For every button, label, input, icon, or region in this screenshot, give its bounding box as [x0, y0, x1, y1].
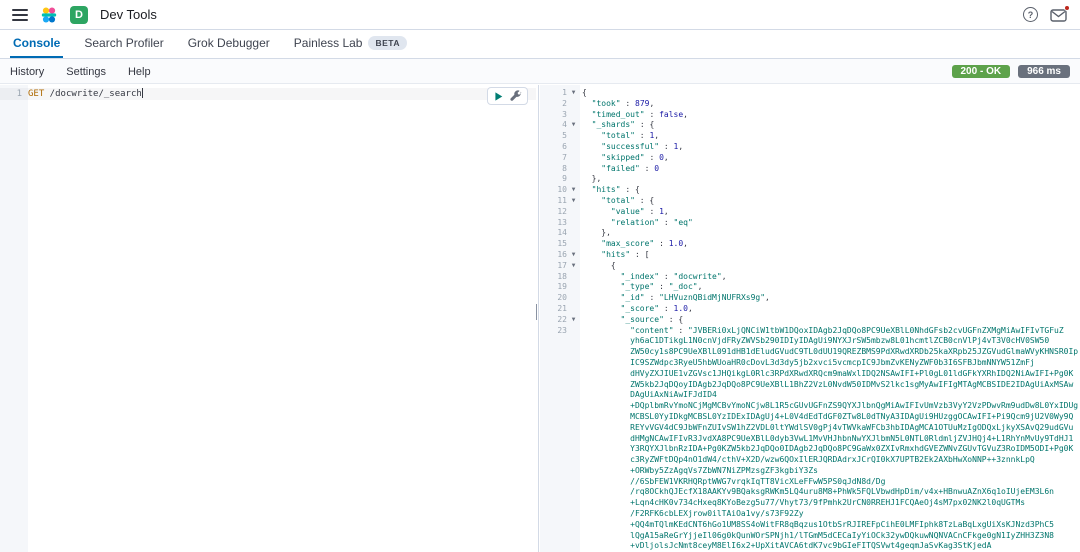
- line-number: 20: [557, 293, 567, 303]
- notification-dot: [1064, 4, 1070, 11]
- line-number: 18: [557, 271, 567, 281]
- response-line: 4 ▼ "_shards" : {: [562, 120, 655, 131]
- response-line: 1 ▼{: [562, 88, 587, 99]
- response-line: 13 "relation" : "eq": [557, 217, 693, 229]
- top-header: D Dev Tools ?: [0, 0, 1080, 30]
- elastic-logo[interactable]: [40, 6, 58, 24]
- line-number: 17: [557, 260, 567, 270]
- response-line: 8 "failed" : 0: [562, 163, 660, 175]
- response-line: 17 ▼ {: [557, 260, 616, 272]
- fold-toggle-icon[interactable]: ▼: [567, 120, 580, 131]
- wrench-icon[interactable]: [510, 90, 522, 102]
- response-line: 15 "max_score" : 1.0,: [557, 239, 688, 250]
- request-method: GET: [28, 89, 45, 99]
- beta-badge: BETA: [368, 36, 407, 50]
- help-icon[interactable]: ?: [1023, 7, 1038, 22]
- console-menu-help[interactable]: Help: [128, 66, 151, 78]
- response-line: 14 },: [557, 228, 611, 239]
- response-line: 22 ▼ "_source" : {: [557, 314, 684, 326]
- console-editor: 1 GET /docwrite/_search 1 ▼{2 "took" : 87…: [0, 85, 1080, 552]
- line-number: 21: [557, 303, 567, 313]
- content-blob: "content" : "JVBERi0xLjQNCiW1tbW1DQoxIDA…: [630, 325, 1079, 551]
- text-cursor: [141, 88, 143, 98]
- fold-toggle-icon[interactable]: ▼: [567, 196, 580, 207]
- response-line: 10 ▼ "hits" : {: [557, 185, 640, 196]
- line-number: 12: [557, 206, 567, 216]
- response-line: 11 ▼ "total" : {: [557, 195, 655, 207]
- response-line: 7 "skipped" : 0,: [562, 152, 669, 164]
- console-menu: History Settings Help 200 - OK 966 ms: [0, 59, 1080, 84]
- tab-painless-lab[interactable]: Painless Lab BETA: [291, 30, 410, 58]
- fold-toggle-icon[interactable]: ▼: [567, 250, 580, 261]
- response-line: 5 "total" : 1,: [562, 131, 660, 142]
- response-editor[interactable]: 1 ▼{2 "took" : 879, 3 "timed_out" : false,…: [540, 85, 1080, 552]
- fold-toggle-icon[interactable]: ▼: [567, 261, 580, 272]
- response-line: 21 "_score" : 1.0,: [557, 303, 693, 315]
- console-menu-history[interactable]: History: [10, 66, 44, 78]
- line-number: 22: [557, 314, 567, 324]
- response-line: 3 "timed_out" : false,: [562, 109, 688, 121]
- response-line: 18 "_index" : "docwrite",: [557, 271, 727, 283]
- response-line: 12 "value" : 1,: [557, 206, 669, 218]
- hamburger-menu-icon[interactable]: [12, 8, 28, 21]
- response-line: 16 ▼ "hits" : [: [557, 249, 650, 261]
- console-menu-settings[interactable]: Settings: [66, 66, 106, 78]
- response-line: 19 "_type" : "_doc",: [557, 282, 703, 293]
- response-line: 9 },: [562, 174, 602, 185]
- response-lines: 1 ▼{2 "took" : 879, 3 "timed_out" : false,…: [540, 85, 1080, 552]
- line-number: 14: [557, 228, 567, 238]
- request-actions: [487, 87, 528, 105]
- fold-toggle-icon[interactable]: ▼: [567, 315, 580, 326]
- space-avatar[interactable]: D: [70, 5, 88, 24]
- page-title: Dev Tools: [100, 7, 157, 22]
- send-request-button[interactable]: [493, 91, 504, 102]
- response-line: 20 "_id" : "LHVuznQBidMjNUFRXs9g",: [557, 293, 770, 304]
- app: D Dev Tools ? Console Search Profiler Grok…: [0, 0, 1080, 552]
- line-number: 19: [557, 282, 567, 292]
- fold-toggle-icon[interactable]: ▼: [567, 88, 580, 99]
- request-url: /docwrite/_search: [44, 89, 142, 99]
- response-line-content: 23 "content" : "JVBERi0xLjQNCiW1tbW1DQoxI…: [540, 326, 1080, 552]
- fold-toggle-icon[interactable]: ▼: [567, 185, 580, 196]
- response-line: 2 "took" : 879,: [562, 98, 655, 110]
- request-editor[interactable]: 1 GET /docwrite/_search: [0, 85, 536, 552]
- tab-search-profiler[interactable]: Search Profiler: [81, 30, 166, 58]
- console-menu-links: History Settings Help: [10, 62, 173, 80]
- request-gutter: [0, 85, 28, 552]
- line-number: 16: [557, 249, 567, 259]
- tab-bar: Console Search Profiler Grok Debugger Painl…: [0, 30, 1080, 59]
- tab-grok-debugger[interactable]: Grok Debugger: [185, 30, 273, 58]
- request-line[interactable]: 1 GET /docwrite/_search: [0, 88, 536, 100]
- line-number: 13: [557, 217, 567, 227]
- response-line: 6 "successful" : 1,: [562, 141, 684, 153]
- status-badge: 200 - OK: [951, 64, 1011, 78]
- line-number: 23: [557, 325, 567, 335]
- line-number: 10: [557, 185, 567, 195]
- line-number: 1: [16, 89, 22, 99]
- newsfeed-icon[interactable]: [1050, 4, 1070, 23]
- line-number: 15: [557, 239, 567, 249]
- response-time-badge: 966 ms: [1018, 64, 1070, 78]
- tab-console[interactable]: Console: [10, 30, 64, 58]
- line-number: 11: [557, 195, 567, 205]
